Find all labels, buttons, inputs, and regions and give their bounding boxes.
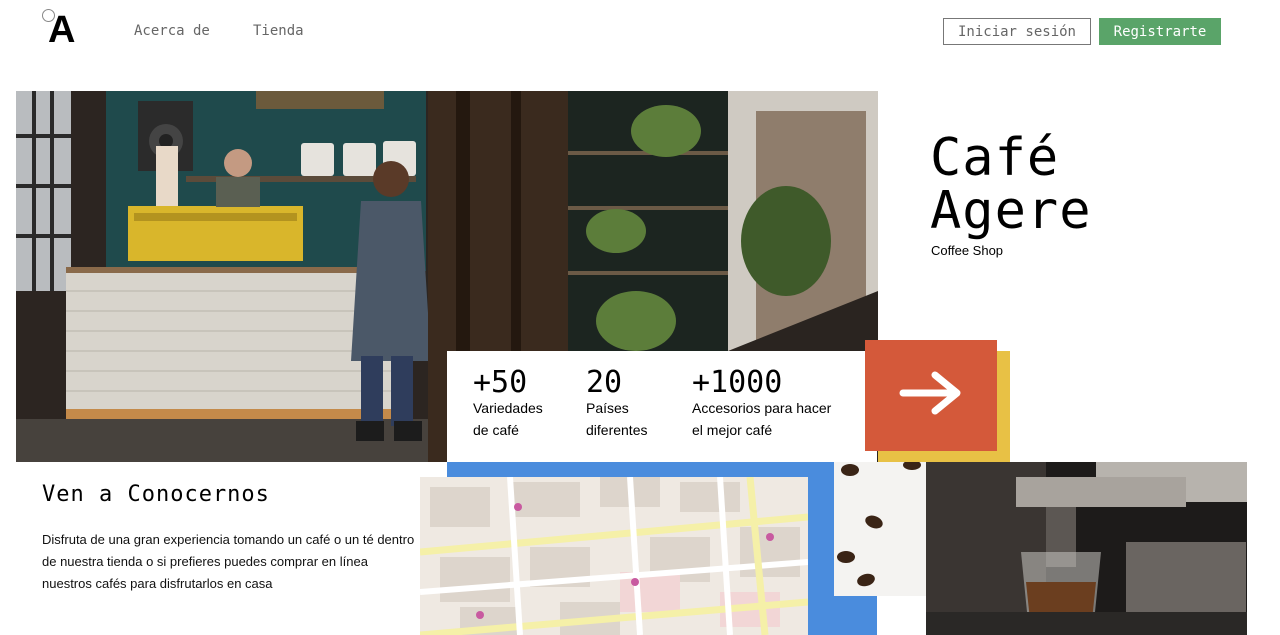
nav-link-shop[interactable]: Tienda	[253, 23, 304, 39]
stat-label: Países diferentes	[586, 397, 647, 441]
stat-label-line: diferentes	[586, 422, 648, 438]
location-map[interactable]	[420, 477, 808, 635]
page-subtitle: Coffee Shop	[931, 243, 1004, 258]
login-button[interactable]: Iniciar sesión	[943, 18, 1091, 45]
about-description: Disfruta de una gran experiencia tomando…	[42, 532, 415, 591]
about-heading: Ven a Conocernos	[42, 482, 270, 507]
espresso-machine-image	[926, 462, 1247, 635]
stat-value: +1000	[692, 365, 783, 400]
stat-value: +50	[473, 365, 528, 400]
register-button[interactable]: Registrarte	[1099, 18, 1221, 45]
stats-card: +50 Variedades de café 20 Países diferen…	[447, 351, 877, 462]
stat-label-line: Variedades	[473, 400, 543, 416]
stat-value: 20	[586, 365, 623, 400]
page-title: Café Agere	[930, 132, 1092, 238]
stat-label-line: de café	[473, 422, 519, 438]
next-arrow-button[interactable]	[865, 340, 997, 451]
stat-label-line: Países	[586, 400, 629, 416]
title-line-1: Café	[930, 128, 1060, 188]
stat-label-line: Accesorios para hacer	[692, 400, 832, 416]
title-line-2: Agere	[930, 181, 1092, 241]
nav-link-about[interactable]: Acerca de	[134, 23, 210, 39]
logo[interactable]: A	[48, 10, 75, 50]
coffee-beans-image	[834, 462, 926, 596]
stat-label: Accesorios para hacer el mejor café	[692, 397, 831, 441]
arrow-right-icon	[899, 369, 963, 422]
stat-label-line: el mejor café	[692, 422, 773, 438]
stat-label: Variedades de café	[473, 397, 543, 441]
